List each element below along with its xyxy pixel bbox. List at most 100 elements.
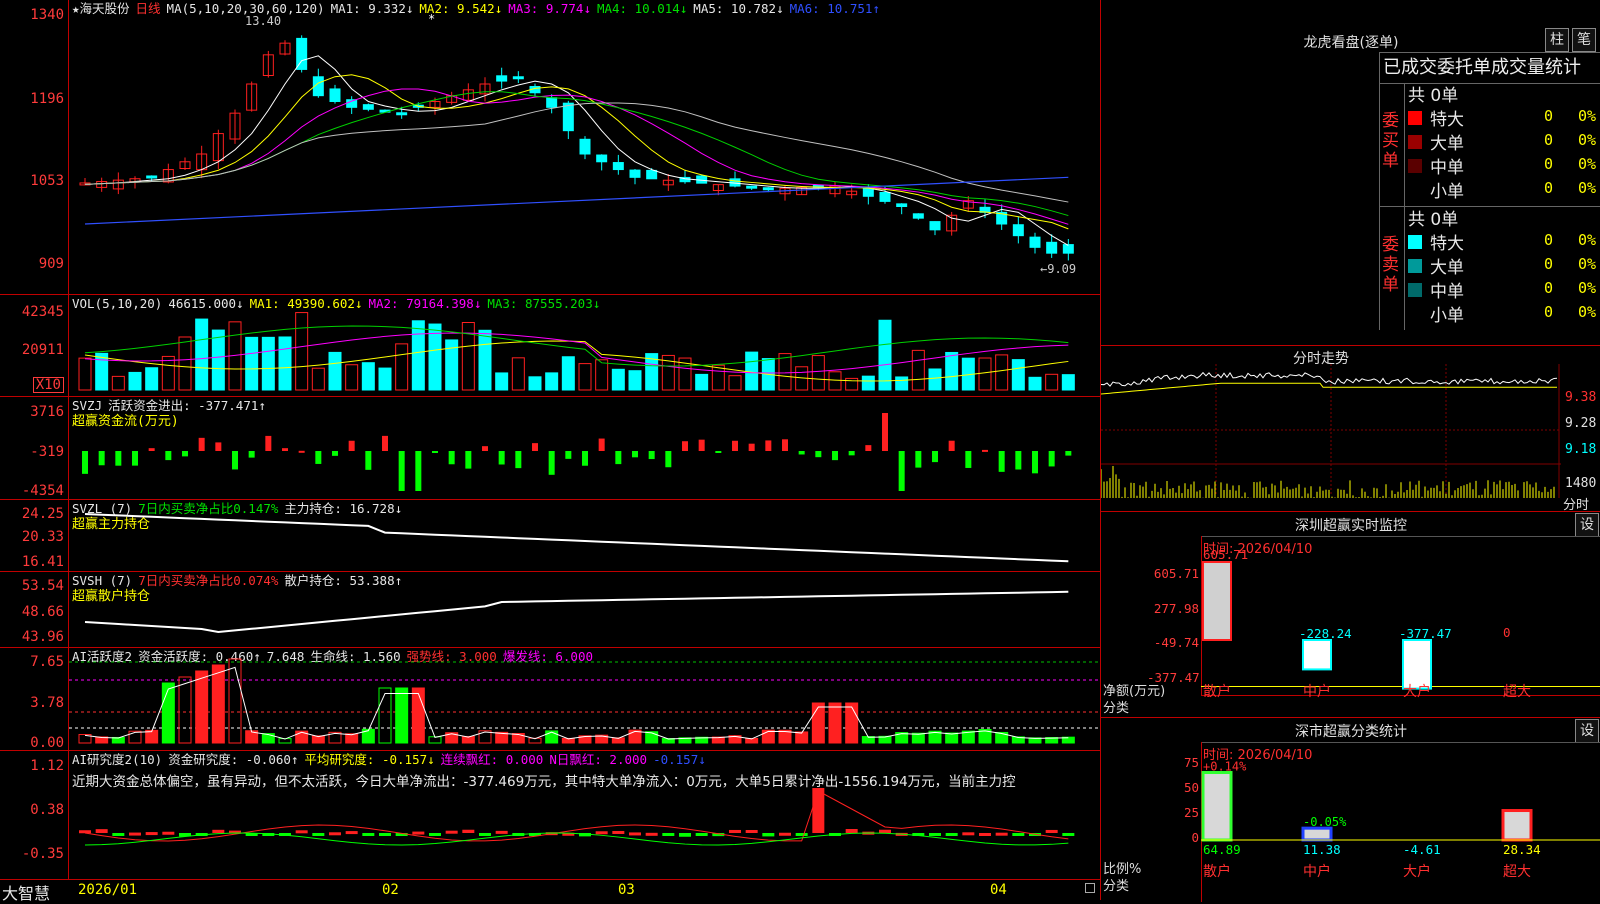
svzj-bar — [648, 451, 655, 460]
candle-body — [579, 138, 591, 155]
candle-body — [512, 76, 524, 80]
ai-bar — [411, 687, 425, 744]
svzj-bar — [882, 413, 888, 451]
svzj-bar — [82, 451, 88, 474]
svzj-bar — [965, 451, 972, 468]
intraday-panel[interactable]: 分时走势 9.38 9.28 9.18 1480 分时 — [1101, 346, 1600, 513]
svzj-bar — [498, 451, 505, 465]
research-bar — [945, 833, 958, 836]
buy-m-label: 中单 — [1430, 158, 1464, 178]
intraday-chart[interactable] — [1101, 346, 1600, 511]
research-bar — [679, 833, 691, 837]
svzj-bar — [682, 441, 688, 451]
ai-activity-pane[interactable]: 7.65 3.78 0.00 AI活跃度2 资金活跃度: 0.460↑ 7.648 生… — [0, 648, 1100, 751]
lock-icon[interactable] — [1085, 883, 1095, 893]
svzj-bar — [932, 451, 938, 463]
sz-class-panel: 深市超赢分类统计 设 时间: 2026/04/10 75 50 25 0 比例%… — [1101, 718, 1600, 902]
research-bar — [779, 832, 791, 836]
class-value-label: -4.61 — [1403, 842, 1441, 857]
sell-xl-label: 特大 — [1430, 234, 1464, 254]
x-label: 04 — [990, 882, 1007, 898]
volume-bar — [95, 352, 109, 391]
ai-research-pane[interactable]: 1.12 0.38 -0.35 AI研究度2(10) 资金研究度: -0.060↑… — [0, 751, 1100, 880]
candle-body — [896, 203, 908, 207]
ma-line — [84, 91, 1069, 217]
svzl-y-axis: 24.25 20.33 16.41 — [0, 500, 69, 571]
intraday-unit: 分时 — [1563, 498, 1590, 513]
buy-s-pct: 0% — [1578, 179, 1597, 197]
sell-xl-value: 0 — [1544, 231, 1554, 249]
volume-bar — [711, 364, 725, 391]
class-category-label: 散户 — [1203, 863, 1231, 880]
y-tick: -4354 — [21, 483, 64, 499]
candle-body — [1012, 224, 1024, 237]
bar-mode-button[interactable]: 柱 — [1545, 28, 1569, 52]
ai-bar — [195, 670, 209, 744]
candlestick-chart[interactable] — [69, 0, 1100, 294]
research-bar — [79, 830, 91, 834]
class-bar — [1501, 809, 1533, 842]
candle-body — [646, 169, 658, 180]
y-tick: 0.38 — [30, 802, 64, 818]
dragon-tiger-panel: 龙虎看盘(逐单) 柱 笔 已成交委托单成交量统计 委买单 共 0单 特大 0 0… — [1101, 0, 1600, 346]
volume-chart[interactable] — [69, 295, 1100, 396]
research-bar — [329, 832, 341, 836]
ai-bar — [811, 702, 825, 744]
research-bar — [595, 831, 608, 835]
low-label: ←9.09 — [1040, 262, 1077, 276]
svsh-line — [84, 590, 1069, 634]
price-pane[interactable]: 1340 1196 1053 909 ★海天股份 日线 MA(5,10,20,30,… — [0, 0, 1100, 295]
candle-body — [562, 102, 574, 132]
volume-bar — [528, 376, 542, 391]
svzj-bar — [132, 451, 138, 466]
svzj-pane[interactable]: 3716 -319 -4354 SVZJ 活跃资金进出: -377.471↑ 超赢资… — [0, 397, 1100, 500]
ai-activity-chart[interactable] — [69, 648, 1100, 750]
star-mark: * — [428, 12, 436, 26]
sell-s-value: 0 — [1544, 303, 1554, 321]
volume-bar — [1045, 373, 1059, 391]
svzj-bar — [1048, 451, 1055, 467]
volume-bar — [545, 372, 559, 391]
research-bar — [612, 830, 625, 834]
buy-xl-pct: 0% — [1578, 107, 1597, 125]
svsh-y-axis: 53.54 48.66 43.96 — [0, 572, 69, 647]
y-tick: 20911 — [21, 342, 64, 358]
volume-bar — [728, 375, 742, 391]
volume-bar — [345, 364, 359, 391]
svzl-pane[interactable]: 24.25 20.33 16.41 SVZL (7) 7日内买卖净占比0.147%… — [0, 500, 1100, 572]
volume-bar — [611, 368, 625, 391]
class-category-label: 超大 — [1503, 864, 1531, 880]
research-bar — [879, 829, 891, 833]
svzj-bar — [998, 451, 1005, 472]
y-tick: 3716 — [30, 404, 64, 420]
svsh-pane[interactable]: 53.54 48.66 43.96 SVSH (7) 7日内买卖净占比0.074%… — [0, 572, 1100, 648]
monitor-category-label: 大户 — [1403, 683, 1431, 700]
svzj-bar — [982, 449, 988, 452]
volume-bar — [278, 336, 292, 391]
ai-bar — [395, 687, 409, 744]
sell-l-label: 大单 — [1430, 258, 1464, 278]
svzj-chart[interactable] — [69, 397, 1100, 499]
svzj-bar — [432, 451, 438, 453]
volume-bar — [245, 336, 259, 391]
class-category-label: 中户 — [1303, 863, 1331, 880]
svzj-bar — [148, 448, 155, 451]
buy-label: 委买单 — [1382, 111, 1399, 171]
volume-pane[interactable]: 42345 20911 X10 VOL(5,10,20) 46615.000↓ MA… — [0, 295, 1100, 397]
class-value-label: 11.38 — [1303, 842, 1341, 857]
research-chart[interactable] — [69, 751, 1100, 879]
svsh-chart[interactable] — [69, 572, 1100, 647]
svzj-bar — [315, 451, 322, 464]
svzl-chart[interactable] — [69, 500, 1100, 571]
monitor-value-label: -228.24 — [1299, 626, 1352, 641]
svzj-bar — [1015, 451, 1022, 470]
candle-body — [362, 104, 374, 110]
research-bar — [412, 831, 425, 835]
volume-bar — [128, 371, 142, 391]
tick-mode-button[interactable]: 笔 — [1572, 28, 1596, 52]
ai-bar — [211, 664, 225, 744]
volume-bar — [578, 363, 592, 391]
sell-orders-block: 委卖单 共 0单 特大 0 0% 大单 0 0% 中单 0 0% 小单 0 0% — [1379, 207, 1600, 330]
candle-body — [1062, 244, 1074, 254]
volume-bar — [478, 329, 492, 391]
